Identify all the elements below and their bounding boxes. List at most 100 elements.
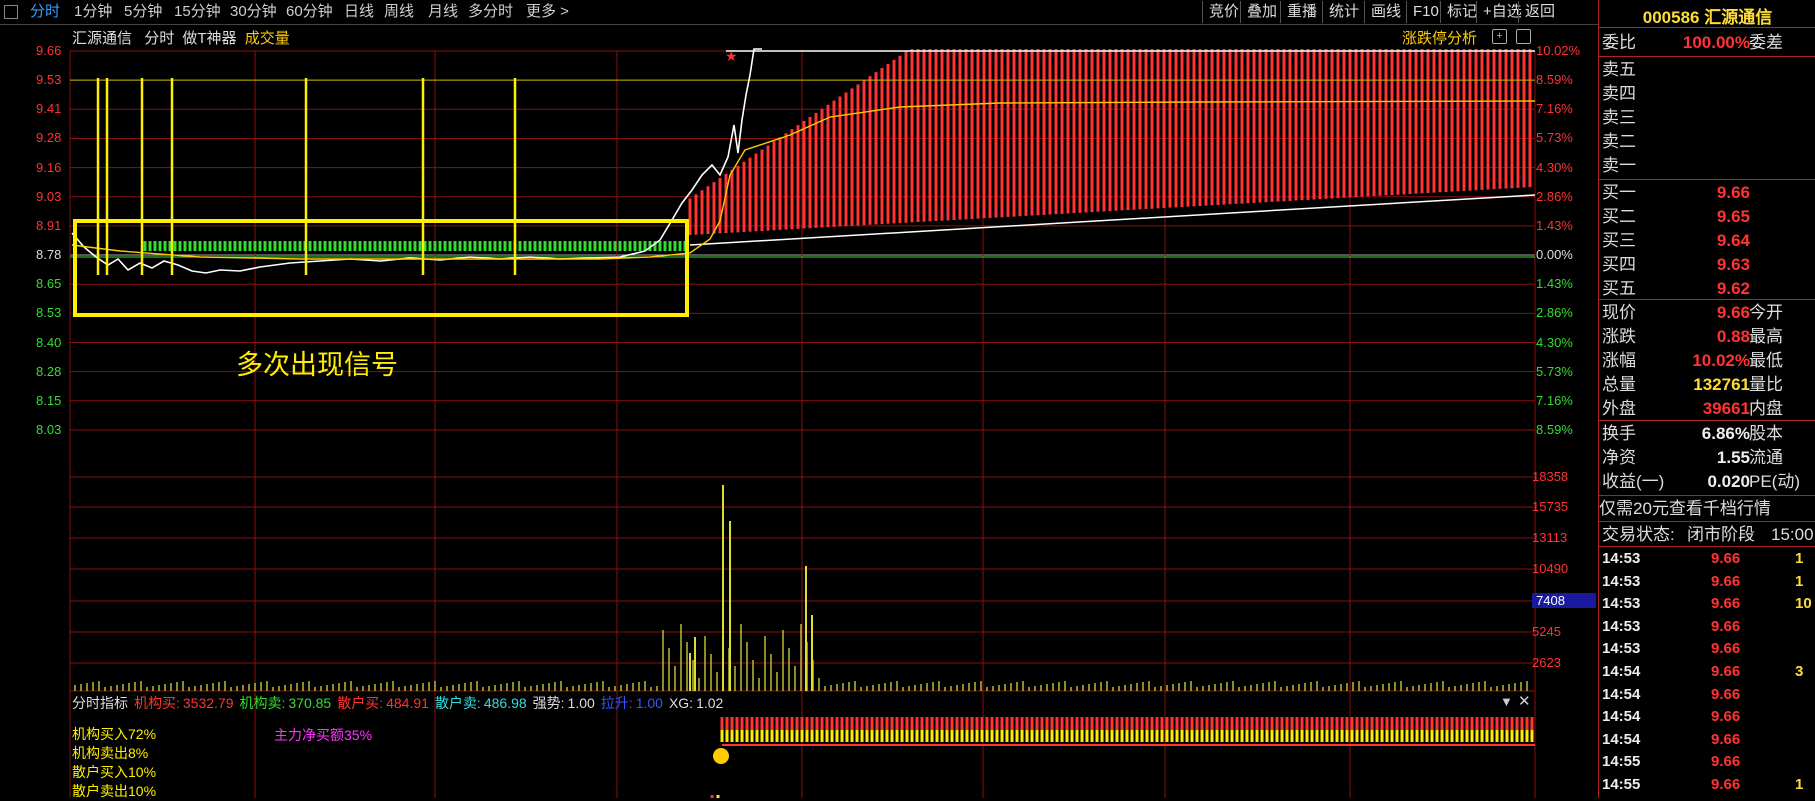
toolbar-button-8[interactable]: 返回 <box>1518 1 1561 23</box>
ask-label: 卖四 <box>1602 84 1636 103</box>
period-tab-5[interactable]: 60分钟 <box>282 2 337 22</box>
period-tab-3[interactable]: 15分钟 <box>170 2 225 22</box>
period-tab-8[interactable]: 月线 <box>424 2 462 22</box>
tick-time: 14:53 <box>1602 617 1641 635</box>
toolbar-button-3[interactable]: 统计 <box>1322 1 1365 23</box>
indicator-item-label: 机构买: <box>134 695 180 711</box>
status-value: 闭市阶段 <box>1687 525 1755 544</box>
indicator-item: 散户买: 484.91 <box>337 695 429 711</box>
bid-price: 9.66 <box>1716 183 1750 202</box>
bid-label: 买一 <box>1602 183 1636 202</box>
tick-volume: 10 <box>1795 595 1812 613</box>
volume-tick: 2623 <box>1532 655 1561 670</box>
percent-tick: 0.00% <box>1536 247 1573 263</box>
mode-label: 分时 <box>144 30 175 47</box>
tick-row: 14:53 9.66 1 <box>1599 571 1815 593</box>
main-net-text: 主力净买额35% <box>274 727 373 743</box>
tick-time: 14:53 <box>1602 550 1641 567</box>
tick-price: 9.66 <box>1711 572 1741 590</box>
retail-sell-text: 散户卖出10% <box>72 783 157 799</box>
stat-label-2: 股本 <box>1749 424 1783 443</box>
bid-label: 买四 <box>1602 255 1636 274</box>
period-tab-9[interactable]: 多分时 <box>464 2 517 22</box>
toolbar-menu-icon[interactable] <box>4 5 18 19</box>
chart-header: 汇源通信 分时 做T神器 成交量 <box>72 27 290 48</box>
percent-tick: 7.16% <box>1536 392 1573 408</box>
stat-row: 收益(一) 0.020 PE(动) <box>1599 470 1815 493</box>
quote-value: 0.88 <box>1716 327 1750 346</box>
toolbar-button-2[interactable]: 重播 <box>1280 1 1323 23</box>
period-tab-7[interactable]: 周线 <box>380 2 418 22</box>
ask-row: 卖三 <box>1599 106 1815 129</box>
limit-up-star: ★ <box>725 48 738 64</box>
tick-row: 14:53 9.66 <box>1599 638 1815 660</box>
percent-tick: 7.16% <box>1536 101 1573 117</box>
bid-row: 买四 9.63 <box>1599 253 1815 276</box>
percent-tick: 1.43% <box>1536 217 1573 233</box>
indicator-item: 拉升: 1.00 <box>601 695 663 711</box>
dropdown-icon[interactable]: ▼ <box>1500 694 1513 709</box>
tick-time: 14:55 <box>1602 753 1641 771</box>
indicator-name[interactable]: 做T神器 <box>182 30 236 47</box>
tick-price: 9.66 <box>1711 550 1741 567</box>
quote-label: 总量 <box>1602 375 1636 394</box>
indicator-item-label: 散户买: <box>337 695 384 711</box>
quote-row: 现价 9.66 今开 <box>1599 301 1815 324</box>
volume-tick: 13113 <box>1532 530 1568 545</box>
toolbar-button-0[interactable]: 竞价 <box>1202 1 1245 23</box>
percent-tick: 2.86% <box>1536 188 1573 204</box>
price-tick: 8.28 <box>36 363 62 379</box>
volume-tick: 10490 <box>1532 561 1569 576</box>
quote-label: 现价 <box>1602 303 1636 322</box>
percent-tick: 10.02% <box>1536 43 1581 58</box>
signal-annotation: 多次出现信号 <box>236 350 398 380</box>
quote-row: 总量 132761 量比 <box>1599 373 1815 396</box>
toolbar-button-1[interactable]: 叠加 <box>1240 1 1283 23</box>
period-tab-4[interactable]: 30分钟 <box>226 2 281 22</box>
close-icon[interactable]: ✕ <box>1518 692 1531 710</box>
tick-time: 14:54 <box>1602 708 1641 726</box>
stock-name: 汇源通信 <box>72 30 133 47</box>
price-tick: 9.41 <box>36 101 62 117</box>
tick-volume: 1 <box>1795 550 1804 567</box>
volume-tick: 18358 <box>1532 469 1569 484</box>
period-tab-1[interactable]: 1分钟 <box>70 2 116 22</box>
percent-tick: 4.30% <box>1536 334 1573 350</box>
stat-label: 换手 <box>1602 424 1636 443</box>
stat-label-2: PE(动) <box>1749 472 1800 491</box>
bid-price: 9.65 <box>1716 207 1750 226</box>
weibi-row: 委比 100.00% 委差 <box>1599 31 1815 54</box>
quote-label-2: 量比 <box>1749 375 1783 394</box>
ask-row: 卖一 <box>1599 154 1815 177</box>
period-tab-6[interactable]: 日线 <box>340 2 378 22</box>
percent-tick: 5.73% <box>1536 363 1573 379</box>
indicator-item-label: 散户卖: <box>434 695 481 711</box>
volume-tick: 5245 <box>1532 624 1561 639</box>
tick-row: 14:54 9.66 <box>1599 706 1815 728</box>
promo-link[interactable]: 仅需20元查看千档行情 <box>1599 497 1815 520</box>
window-icon[interactable] <box>1516 29 1531 44</box>
stat-row: 换手 6.86% 股本 <box>1599 422 1815 445</box>
volume-tick: 15735 <box>1532 499 1569 514</box>
period-tab-2[interactable]: 5分钟 <box>120 2 166 22</box>
weicha-label: 委差 <box>1749 33 1783 52</box>
ask-row: 卖四 <box>1599 82 1815 105</box>
price-tick: 8.40 <box>36 334 62 350</box>
bid-price: 9.62 <box>1716 279 1750 298</box>
tick-price: 9.66 <box>1711 595 1741 613</box>
quote-panel: 000586 汇源通信 委比 100.00% 委差 卖五 卖四 卖三 卖二 卖一 买一 9… <box>1598 0 1815 798</box>
indicator-item: 散户卖: 486.98 <box>435 695 527 711</box>
period-tab-0[interactable]: 分时 <box>26 2 64 22</box>
indicator-item: 强势: 1.00 <box>533 695 595 711</box>
tick-time: 14:54 <box>1602 663 1641 680</box>
tick-price: 9.66 <box>1711 663 1741 680</box>
ask-label: 卖一 <box>1602 156 1636 175</box>
bid-row: 买一 9.66 <box>1599 181 1815 204</box>
period-tab-10[interactable]: 更多 > <box>522 2 573 22</box>
limit-analysis-link[interactable]: 涨跌停分析 <box>1402 27 1477 48</box>
expand-icon[interactable]: + <box>1492 29 1507 44</box>
quote-value: 132761 <box>1693 375 1750 394</box>
stock-title: 000586 汇源通信 <box>1599 3 1815 28</box>
toolbar-button-4[interactable]: 画线 <box>1364 1 1407 23</box>
tick-row: 14:54 9.66 <box>1599 684 1815 706</box>
